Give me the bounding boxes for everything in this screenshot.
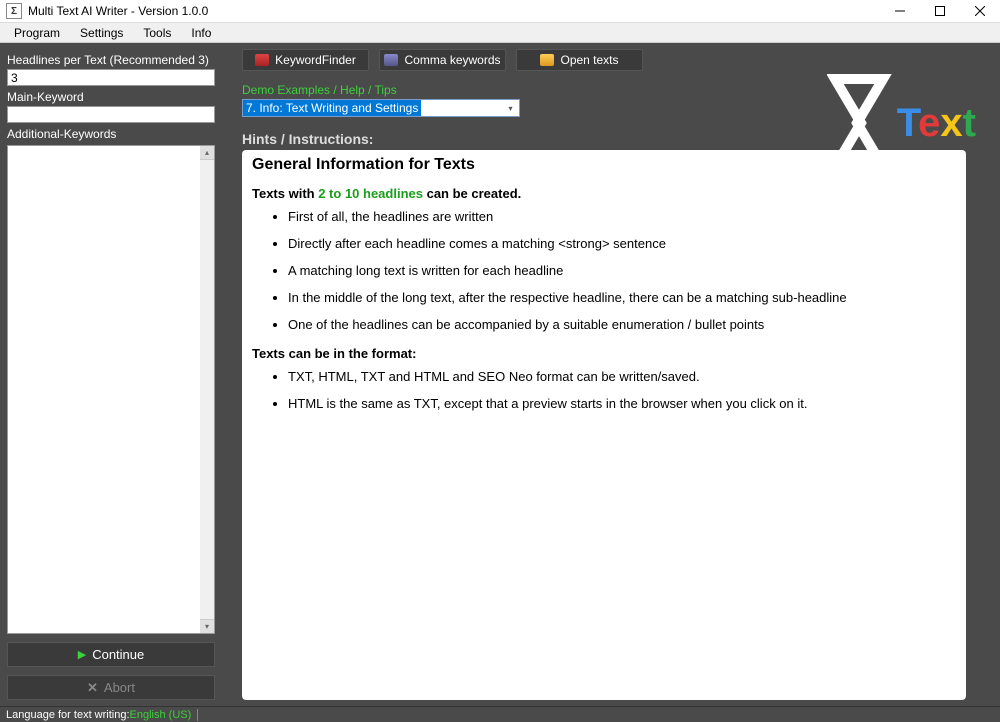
menu-info[interactable]: Info [181, 24, 221, 42]
doc-intro-highlight: 2 to 10 headlines [318, 186, 423, 201]
doc-list-1: First of all, the headlines are written … [288, 209, 956, 332]
scroll-down-icon[interactable]: ▾ [200, 619, 214, 633]
list-item: A matching long text is written for each… [288, 263, 956, 278]
list-item: TXT, HTML, TXT and HTML and SEO Neo form… [288, 369, 956, 384]
open-texts-label: Open texts [560, 53, 618, 67]
doc-intro: Texts with 2 to 10 headlines can be crea… [252, 186, 956, 201]
additional-keywords-wrap: ▴ ▾ [7, 145, 215, 634]
comma-keywords-label: Comma keywords [404, 53, 500, 67]
document-panel: General Information for Texts Texts with… [242, 150, 966, 700]
scroll-up-icon[interactable]: ▴ [200, 146, 214, 160]
scrollbar[interactable]: ▴ ▾ [200, 146, 214, 633]
comma-keywords-button[interactable]: Comma keywords [379, 49, 506, 71]
main-keyword-input[interactable] [7, 106, 215, 123]
demo-select[interactable]: 7. Info: Text Writing and Settings ▾ [242, 99, 520, 117]
close-button[interactable] [960, 0, 1000, 23]
toolbar: KeywordFinder Comma keywords Open texts [242, 49, 980, 71]
chevron-down-icon: ▾ [504, 102, 517, 115]
app-icon: Σ [6, 3, 22, 19]
statusbar-divider [197, 709, 198, 721]
main-area: Headlines per Text (Recommended 3) Main-… [0, 43, 1000, 706]
headlines-input[interactable] [7, 69, 215, 86]
additional-keywords-label: Additional-Keywords [7, 127, 215, 141]
window-title: Multi Text AI Writer - Version 1.0.0 [28, 4, 880, 18]
menu-settings[interactable]: Settings [70, 24, 133, 42]
comma-keywords-icon [384, 54, 398, 66]
titlebar: Σ Multi Text AI Writer - Version 1.0.0 [0, 0, 1000, 23]
keywordfinder-button[interactable]: KeywordFinder [242, 49, 369, 71]
menu-tools[interactable]: Tools [133, 24, 181, 42]
additional-keywords-input[interactable] [7, 145, 215, 634]
list-item: HTML is the same as TXT, except that a p… [288, 396, 956, 411]
abort-label: Abort [104, 680, 135, 695]
keywordfinder-label: KeywordFinder [275, 53, 356, 67]
maximize-button[interactable] [920, 0, 960, 23]
play-icon: ▶ [78, 648, 86, 661]
menu-program[interactable]: Program [4, 24, 70, 42]
headlines-label: Headlines per Text (Recommended 3) [7, 53, 215, 67]
demo-select-value: 7. Info: Text Writing and Settings [243, 100, 421, 116]
statusbar-label: Language for text writing: [6, 709, 130, 721]
logo-text: Text [897, 101, 976, 146]
logo: Text [827, 73, 976, 173]
list-item: In the middle of the long text, after th… [288, 290, 956, 305]
list-item: First of all, the headlines are written [288, 209, 956, 224]
abort-button[interactable]: ✕ Abort [7, 675, 215, 700]
window-controls [880, 0, 1000, 23]
continue-button[interactable]: ▶ Continue [7, 642, 215, 667]
doc-subheading: Texts can be in the format: [252, 346, 956, 361]
menubar: Program Settings Tools Info [0, 23, 1000, 43]
list-item: One of the headlines can be accompanied … [288, 317, 956, 332]
main-keyword-label: Main-Keyword [7, 90, 215, 104]
logo-bracket-icon [827, 73, 897, 173]
doc-intro-prefix: Texts with [252, 186, 318, 201]
keywordfinder-icon [255, 54, 269, 66]
content-area: KeywordFinder Comma keywords Open texts … [222, 43, 1000, 706]
minimize-button[interactable] [880, 0, 920, 23]
continue-label: Continue [92, 647, 144, 662]
statusbar: Language for text writing: English (US) [0, 706, 1000, 722]
sidebar: Headlines per Text (Recommended 3) Main-… [0, 43, 222, 706]
x-icon: ✕ [87, 680, 98, 696]
list-item: Directly after each headline comes a mat… [288, 236, 956, 251]
folder-icon [540, 54, 554, 66]
statusbar-language: English (US) [130, 709, 192, 721]
doc-list-2: TXT, HTML, TXT and HTML and SEO Neo form… [288, 369, 956, 411]
open-texts-button[interactable]: Open texts [516, 49, 643, 71]
doc-intro-suffix: can be created. [423, 186, 521, 201]
